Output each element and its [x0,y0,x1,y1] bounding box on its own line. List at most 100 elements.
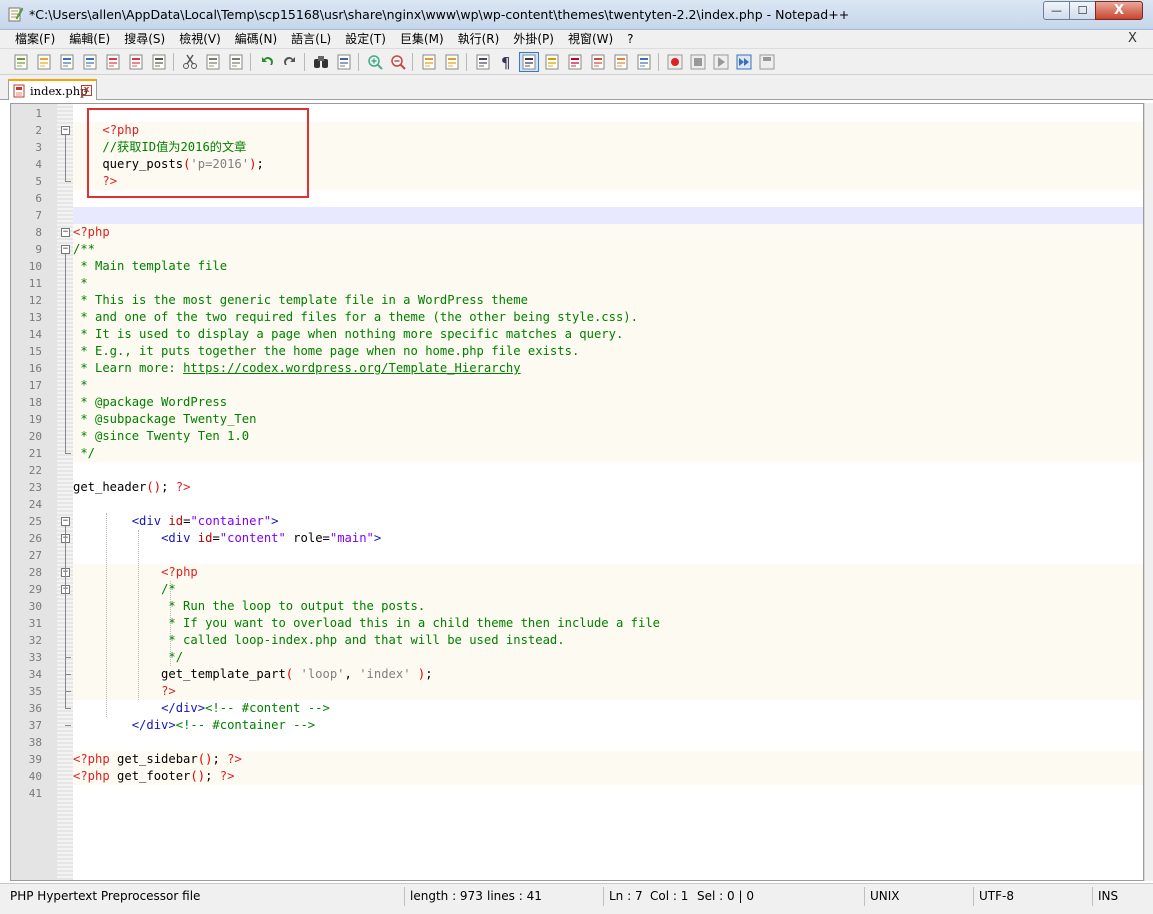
code-line[interactable]: */ [73,445,95,462]
undo-icon[interactable] [258,53,276,71]
line-number: 13 [28,311,42,324]
code-line[interactable]: ?> [73,173,117,190]
stop-macro-icon[interactable] [689,53,707,71]
vertical-scrollbar[interactable] [1144,103,1153,881]
menu-item-8[interactable]: 執行(R) [451,31,507,48]
code-line[interactable]: * and one of the two required files for … [73,309,638,326]
code-line[interactable]: * If you want to overload this in a chil… [73,615,660,632]
code-area[interactable]: <?php //获取ID值为2016的文章 query_posts('p=201… [73,104,1143,880]
status-insert-mode[interactable]: INS [1098,889,1118,903]
cut-icon[interactable] [181,53,199,71]
code-line[interactable]: query_posts('p=2016'); [73,156,263,173]
code-line[interactable]: <?php [73,122,139,139]
line-number: 16 [28,362,42,375]
open-file-icon[interactable] [35,53,53,71]
status-encoding[interactable]: UTF-8 [979,889,1014,903]
code-line[interactable]: <div id="container"> [73,513,279,530]
menu-item-2[interactable]: 搜尋(S) [117,31,172,48]
new-file-icon[interactable] [12,53,30,71]
save-macro-icon[interactable] [758,53,776,71]
code-line[interactable]: */ [73,649,183,666]
tab-index-php[interactable]: index.php x [8,79,97,100]
code-line[interactable]: * E.g., it puts together the home page w… [73,343,579,360]
code-line[interactable]: <div id="content" role="main"> [73,530,381,547]
word-wrap-icon[interactable] [474,53,492,71]
menu-item-7[interactable]: 巨集(M) [393,31,451,48]
fold-toggle-icon[interactable]: − [61,517,70,526]
menu-item-1[interactable]: 編輯(E) [62,31,117,48]
menu-item-6[interactable]: 設定(T) [338,31,393,48]
code-line[interactable]: </div><!-- #content --> [73,700,330,717]
line-number: 4 [35,158,42,171]
document-map-icon[interactable] [566,53,584,71]
save-all-icon[interactable] [81,53,99,71]
code-line[interactable]: * @package WordPress [73,394,227,411]
menu-item-4[interactable]: 編碼(N) [228,31,284,48]
status-eol[interactable]: UNIX [870,889,900,903]
close-document-icon[interactable]: X [1128,31,1137,47]
close-all-icon[interactable] [127,53,145,71]
zoom-out-icon[interactable] [389,53,407,71]
menu-item-3[interactable]: 檢視(V) [172,31,228,48]
code-line[interactable]: get_header(); ?> [73,479,190,496]
code-editor[interactable]: 1 2 3 4 5 6 7 8 9 10 11 12 13 14 15 16 17 18 19 20 21 22 23 24 2… [10,103,1144,881]
fold-toggle-icon[interactable]: − [61,228,70,237]
code-line[interactable]: * @subpackage Twenty_Ten [73,411,256,428]
play-macro-icon[interactable] [712,53,730,71]
paste-icon[interactable] [227,53,245,71]
code-line[interactable]: </div><!-- #container --> [73,717,315,734]
maximize-button[interactable]: ☐ [1069,1,1096,20]
close-window-button[interactable]: X [1095,1,1143,20]
menu-item-11[interactable]: ? [620,31,640,48]
line-number: 3 [35,141,42,154]
code-line[interactable]: * It is used to display a page when noth… [73,326,623,343]
code-line[interactable]: * This is the most generic template file… [73,292,528,309]
close-icon[interactable] [104,53,122,71]
code-line[interactable]: * [73,275,87,292]
line-number: 22 [28,464,42,477]
save-icon[interactable] [58,53,76,71]
user-language-icon[interactable] [543,53,561,71]
code-line[interactable]: <?php get_sidebar(); ?> [73,751,242,768]
sync-vertical-icon[interactable] [420,53,438,71]
fold-toggle-icon[interactable]: − [61,126,70,135]
find-icon[interactable] [312,53,330,71]
code-line[interactable]: * Learn more: https://codex.wordpress.or… [73,360,520,377]
menu-item-9[interactable]: 外掛(P) [506,31,561,48]
title-bar[interactable]: *C:\Users\allen\AppData\Local\Temp\scp15… [0,0,1153,30]
menu-bar: 檔案(F) 編輯(E) 搜尋(S) 檢視(V) 編碼(N) 語言(L) 設定(T) 巨集(M)… [0,30,1153,49]
function-list-icon[interactable] [589,53,607,71]
code-line[interactable]: <?php [73,224,110,241]
zoom-in-icon[interactable] [366,53,384,71]
code-line[interactable]: <?php get_footer(); ?> [73,768,234,785]
fold-toggle-icon[interactable]: − [61,245,70,254]
code-line[interactable]: * called loop-index.php and that will be… [73,632,564,649]
replace-icon[interactable] [335,53,353,71]
folder-workspace-icon[interactable] [612,53,630,71]
record-macro-icon[interactable] [666,53,684,71]
fold-margin[interactable]: −−−−−−− [57,104,73,880]
code-line[interactable]: get_template_part( 'loop', 'index' ); [73,666,433,683]
code-line[interactable]: /** [73,241,95,258]
show-all-chars-icon[interactable]: ¶ [497,53,515,71]
code-line[interactable]: <?php [73,564,198,581]
code-line[interactable]: ?> [73,683,176,700]
monitoring-icon[interactable] [635,53,653,71]
code-line[interactable]: //获取ID值为2016的文章 [73,139,246,156]
minimize-button[interactable]: — [1043,1,1070,20]
code-line[interactable]: * [73,377,87,394]
code-line[interactable]: * Main template file [73,258,227,275]
menu-item-10[interactable]: 視窗(W) [561,31,620,48]
indent-guide-icon[interactable] [519,52,539,72]
code-line[interactable]: /* [73,581,176,598]
sync-horizontal-icon[interactable] [443,53,461,71]
menu-item-5[interactable]: 語言(L) [284,31,338,48]
print-icon[interactable] [150,53,168,71]
run-macro-multiple-icon[interactable] [735,53,753,71]
code-line[interactable]: * @since Twenty Ten 1.0 [73,428,249,445]
redo-icon[interactable] [281,53,299,71]
code-line[interactable]: * Run the loop to output the posts. [73,598,425,615]
copy-icon[interactable] [204,53,222,71]
menu-item-0[interactable]: 檔案(F) [8,31,62,48]
tab-close-icon[interactable]: x [81,85,92,96]
